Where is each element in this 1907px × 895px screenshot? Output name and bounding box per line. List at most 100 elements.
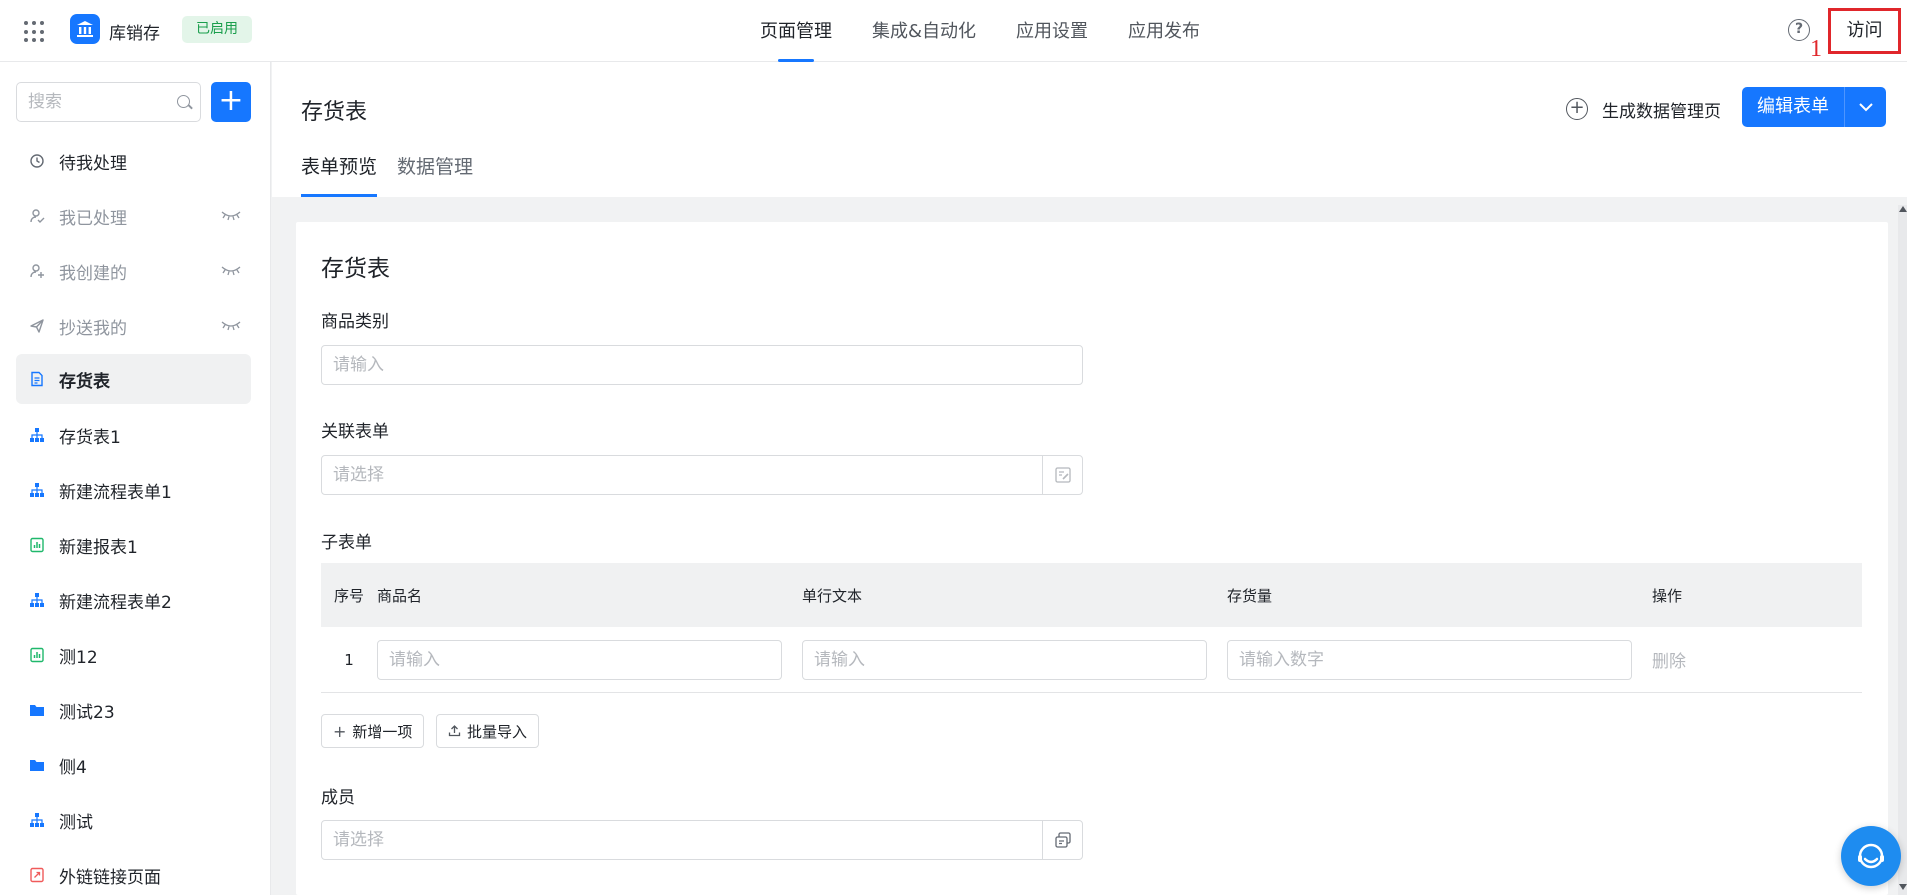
subform-header-row: 序号 商品名 单行文本 存货量 操作 [321, 563, 1862, 627]
stock-input[interactable] [1228, 640, 1631, 679]
page-title: 存货表 [301, 100, 368, 125]
visit-button[interactable]: 访问 [1828, 8, 1901, 54]
sidebar-item-side4[interactable]: 侧4 [16, 740, 251, 790]
sidebar-item-label: 抄送我的 [59, 318, 127, 339]
sidebar-item-test[interactable]: 测试 [16, 795, 251, 845]
sidebar-item-label: 新建流程表单1 [59, 482, 172, 503]
header-single-text: 单行文本 [802, 586, 863, 605]
add-page-button[interactable]: + [211, 82, 251, 122]
product-name-input[interactable] [378, 640, 781, 679]
sidebar-item-label: 存货表 [59, 371, 110, 392]
generate-data-page-button[interactable]: + 生成数据管理页 [1566, 94, 1721, 124]
sidebar-item-label: 测12 [59, 647, 98, 668]
category-label: 商品类别 [321, 312, 389, 332]
scroll-down-arrow-icon[interactable] [1899, 884, 1907, 890]
sidebar-item-ce12[interactable]: 测12 [16, 630, 251, 680]
eye-closed-icon[interactable] [221, 264, 241, 276]
flow-icon [28, 591, 46, 609]
table-row: 1 删除 [321, 627, 1862, 693]
folder-icon [28, 756, 46, 774]
nav-app-publish[interactable]: 应用发布 [1108, 0, 1220, 62]
search-input[interactable] [17, 83, 167, 121]
edit-form-dropdown[interactable] [1845, 87, 1886, 127]
flow-icon [28, 426, 46, 444]
eye-closed-icon[interactable] [221, 209, 241, 221]
upload-icon [448, 722, 461, 741]
member-input[interactable] [322, 821, 1082, 859]
single-text-cell [802, 639, 1227, 680]
customer-service-button[interactable] [1841, 826, 1901, 886]
sidebar-item-processed[interactable]: 我已处理 [16, 191, 251, 241]
sidebar-item-label: 测试23 [59, 702, 115, 723]
form-preview-card: 存货表 商品类别 关联表单 子表单 序号 商品名 单行文本 存货量 操作 1 [296, 222, 1888, 895]
apps-grid-icon[interactable] [24, 21, 46, 43]
main-header: 存货表 + 生成数据管理页 编辑表单 表单预览 数据管理 [272, 62, 1907, 197]
action-cell: 删除 [1652, 647, 1807, 672]
edit-form-button-group: 编辑表单 [1742, 87, 1886, 127]
headset-chat-icon [1858, 843, 1884, 869]
sidebar-item-created[interactable]: 我创建的 [16, 246, 251, 296]
main-tabs: 表单预览 数据管理 [301, 148, 493, 197]
plus-circle-icon: + [1566, 98, 1588, 120]
annotation-number: 1 [1810, 36, 1822, 62]
related-form-field[interactable] [321, 455, 1083, 495]
batch-import-button[interactable]: 批量导入 [436, 714, 540, 748]
sidebar-item-external-link[interactable]: 外链链接页面 [16, 850, 251, 895]
link-page-icon [28, 866, 46, 884]
app-status-badge: 已启用 [182, 16, 252, 43]
sidebar-item-label: 新建报表1 [59, 537, 138, 558]
stock-field[interactable] [1227, 639, 1632, 680]
scroll-up-arrow-icon[interactable] [1899, 206, 1907, 212]
sidebar-item-flow-form-2[interactable]: 新建流程表单2 [16, 575, 251, 625]
sidebar-item-label: 我创建的 [59, 263, 127, 284]
page-scrollbar[interactable] [1898, 205, 1907, 895]
sidebar-search[interactable] [16, 82, 201, 122]
header-action: 操作 [1652, 586, 1683, 605]
sidebar-item-label: 新建流程表单2 [59, 592, 172, 613]
select-record-icon[interactable] [1042, 456, 1082, 494]
search-icon[interactable] [177, 95, 190, 108]
member-field[interactable] [321, 820, 1083, 860]
delete-row-button[interactable]: 删除 [1652, 652, 1686, 672]
subform-table: 序号 商品名 单行文本 存货量 操作 1 请输入 请输入 请输入数字 删除 [321, 563, 1862, 693]
flow-icon [28, 481, 46, 499]
nav-integration-automation[interactable]: 集成&自动化 [852, 0, 996, 62]
sidebar-item-flow-form-1[interactable]: 新建流程表单1 [16, 465, 251, 515]
sidebar-item-label: 测试 [59, 812, 93, 833]
product-name-field[interactable] [377, 639, 782, 680]
category-input[interactable] [322, 346, 1082, 384]
header-index: 序号 [333, 586, 364, 605]
tab-data-management[interactable]: 数据管理 [397, 148, 473, 197]
plus-icon: + [333, 721, 347, 741]
tab-form-preview[interactable]: 表单预览 [301, 148, 378, 197]
header-product-name: 商品名 [377, 586, 423, 605]
nav-page-management[interactable]: 页面管理 [740, 0, 852, 62]
single-text-input[interactable] [803, 640, 1206, 679]
member-select-icon[interactable] [1042, 821, 1082, 859]
sidebar-item-report-1[interactable]: 新建报表1 [16, 520, 251, 570]
batch-import-label: 批量导入 [467, 722, 528, 741]
help-icon[interactable]: ? [1788, 19, 1810, 41]
related-form-input[interactable] [322, 456, 1082, 494]
sidebar-item-cc[interactable]: 抄送我的 [16, 301, 251, 351]
sidebar-item-test23[interactable]: 测试23 [16, 685, 251, 735]
member-label: 成员 [321, 788, 355, 808]
eye-closed-icon[interactable] [221, 319, 241, 331]
add-item-button[interactable]: + 新增一项 [321, 714, 425, 748]
single-text-field[interactable] [802, 639, 1207, 680]
user-add-icon [28, 262, 46, 280]
app-logo-icon [70, 14, 100, 44]
sidebar-item-inventory[interactable]: 存货表 [16, 354, 251, 404]
form-title: 存货表 [321, 256, 390, 282]
category-field[interactable] [321, 345, 1083, 385]
product-name-cell [377, 639, 802, 680]
send-icon [28, 317, 46, 335]
edit-form-button[interactable]: 编辑表单 [1742, 87, 1845, 127]
nav-app-settings[interactable]: 应用设置 [996, 0, 1108, 62]
subform-label: 子表单 [321, 533, 372, 553]
sidebar-item-label: 存货表1 [59, 427, 121, 448]
sidebar-item-inventory1[interactable]: 存货表1 [16, 410, 251, 460]
report-icon [28, 646, 46, 664]
sidebar-item-label: 侧4 [59, 757, 87, 778]
sidebar-item-pending[interactable]: 待我处理 [16, 136, 251, 186]
